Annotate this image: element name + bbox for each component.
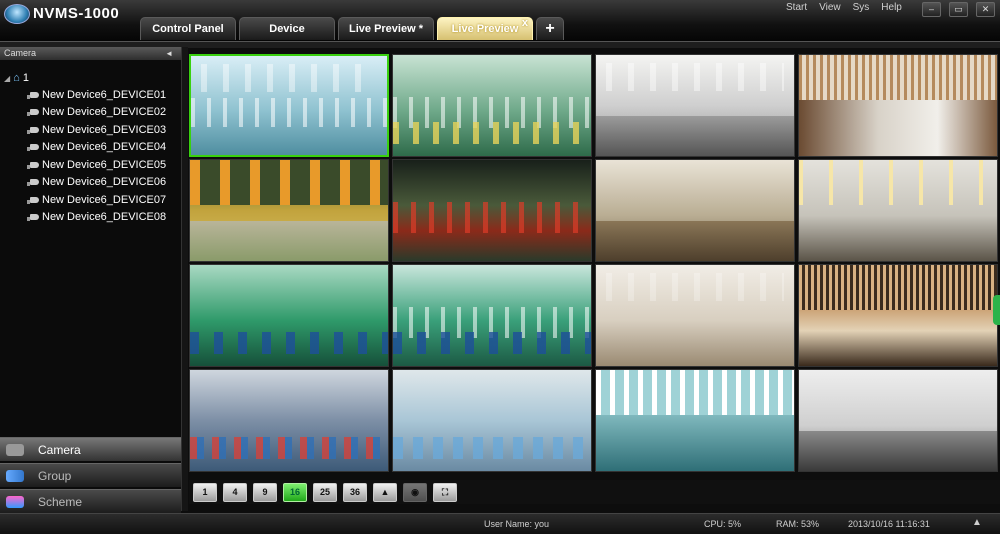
camera-icon: [27, 214, 39, 222]
expand-icon[interactable]: ◢: [4, 74, 10, 83]
layout-16-button[interactable]: 16: [283, 482, 307, 502]
layout-4-button[interactable]: 4: [223, 482, 247, 502]
video-tile-9[interactable]: [189, 264, 389, 367]
menu-help[interactable]: Help: [881, 2, 902, 13]
status-ram: RAM: 53%: [776, 519, 820, 529]
video-tile-3[interactable]: [595, 54, 795, 157]
tree-item-device05[interactable]: New Device6_DEVICE05: [0, 156, 181, 174]
nav-camera-button[interactable]: Camera: [0, 437, 181, 461]
layout-36-button[interactable]: 36: [343, 482, 367, 502]
video-tile-11[interactable]: [595, 264, 795, 367]
status-user: User Name: you: [484, 519, 550, 529]
video-tile-1[interactable]: [189, 54, 389, 157]
camera-nav-icon: [6, 443, 24, 456]
title-bar: NVMS-1000 Start View Sys Help – ▭ ✕ Cont…: [0, 0, 1000, 41]
tree-root[interactable]: ◢ ⌂ 1: [0, 70, 181, 86]
home-icon: ⌂: [13, 72, 20, 84]
layout-9-button[interactable]: 9: [253, 482, 277, 502]
video-tile-10[interactable]: [392, 264, 592, 367]
tree-item-device03[interactable]: New Device6_DEVICE03: [0, 121, 181, 139]
right-panel-toggle[interactable]: [993, 295, 1000, 325]
video-tile-4[interactable]: [798, 54, 998, 157]
status-datetime: 2013/10/16 11:16:31: [848, 519, 930, 529]
tab-bar: Control Panel Device Live Preview * Live…: [140, 17, 564, 41]
tab-live-preview-active[interactable]: Live Preview x: [437, 17, 533, 40]
video-tile-8[interactable]: [798, 159, 998, 262]
tree-item-device08[interactable]: New Device6_DEVICE08: [0, 209, 181, 227]
tree-item-device01[interactable]: New Device6_DEVICE01: [0, 86, 181, 104]
status-cpu: CPU: 5%: [704, 519, 742, 529]
main-menu: Start View Sys Help: [786, 2, 902, 13]
tree-item-device07[interactable]: New Device6_DEVICE07: [0, 191, 181, 209]
video-tile-15[interactable]: [595, 369, 795, 472]
tab-device[interactable]: Device: [239, 17, 335, 40]
sidebar-nav: Camera Group Scheme: [0, 437, 181, 515]
video-tile-16[interactable]: [798, 369, 998, 472]
eject-icon[interactable]: ▲: [373, 482, 397, 502]
camera-icon: [27, 161, 39, 169]
sidebar-splitter[interactable]: [182, 47, 188, 511]
camera-icon: [27, 196, 39, 204]
menu-sys[interactable]: Sys: [853, 2, 870, 13]
video-tile-7[interactable]: [595, 159, 795, 262]
group-nav-icon: [6, 469, 24, 482]
video-tile-13[interactable]: [189, 369, 389, 472]
menu-view[interactable]: View: [819, 2, 841, 13]
device-tree: ◢ ⌂ 1 New Device6_DEVICE01 New Device6_D…: [0, 60, 181, 226]
layout-toolbar: 1 4 9 16 25 36 ▲ ◉ ⛶: [189, 480, 1000, 504]
camera-icon: [27, 126, 39, 134]
nav-scheme-button[interactable]: Scheme: [0, 489, 181, 513]
camera-icon: [27, 91, 39, 99]
tab-control-panel[interactable]: Control Panel: [140, 17, 236, 40]
nav-group-button[interactable]: Group: [0, 463, 181, 487]
snapshot-icon[interactable]: ◉: [403, 482, 427, 502]
tree-item-device04[interactable]: New Device6_DEVICE04: [0, 139, 181, 157]
camera-icon: [27, 144, 39, 152]
app-logo-icon: [4, 4, 30, 24]
layout-1-button[interactable]: 1: [193, 482, 217, 502]
sidebar: Camera ◄ ◢ ⌂ 1 New Device6_DEVICE01 New …: [0, 47, 182, 513]
tree-item-device06[interactable]: New Device6_DEVICE06: [0, 174, 181, 192]
video-tile-14[interactable]: [392, 369, 592, 472]
video-grid: [189, 54, 998, 478]
menu-start[interactable]: Start: [786, 2, 807, 13]
video-tile-2[interactable]: [392, 54, 592, 157]
fullscreen-icon[interactable]: ⛶: [433, 482, 457, 502]
maximize-button[interactable]: ▭: [949, 2, 968, 17]
camera-icon: [27, 109, 39, 117]
close-window-button[interactable]: ✕: [976, 2, 995, 17]
video-tile-5[interactable]: [189, 159, 389, 262]
status-bar: User Name: you CPU: 5% RAM: 53% 2013/10/…: [0, 513, 1000, 534]
video-tile-6[interactable]: [392, 159, 592, 262]
video-tile-12[interactable]: [798, 264, 998, 367]
tab-close-icon[interactable]: x: [522, 17, 528, 29]
minimize-button[interactable]: –: [922, 2, 941, 17]
add-tab-button[interactable]: +: [536, 17, 564, 40]
collapse-arrow-icon[interactable]: ◄: [165, 47, 173, 60]
scheme-nav-icon: [6, 495, 24, 508]
window-controls: – ▭ ✕: [922, 2, 995, 17]
layout-25-button[interactable]: 25: [313, 482, 337, 502]
camera-icon: [27, 179, 39, 187]
expand-up-icon[interactable]: ▲: [972, 517, 982, 528]
sidebar-header: Camera ◄: [0, 47, 181, 60]
tree-item-device02[interactable]: New Device6_DEVICE02: [0, 104, 181, 122]
app-title: NVMS-1000: [33, 5, 120, 22]
tab-live-preview-1[interactable]: Live Preview *: [338, 17, 434, 40]
